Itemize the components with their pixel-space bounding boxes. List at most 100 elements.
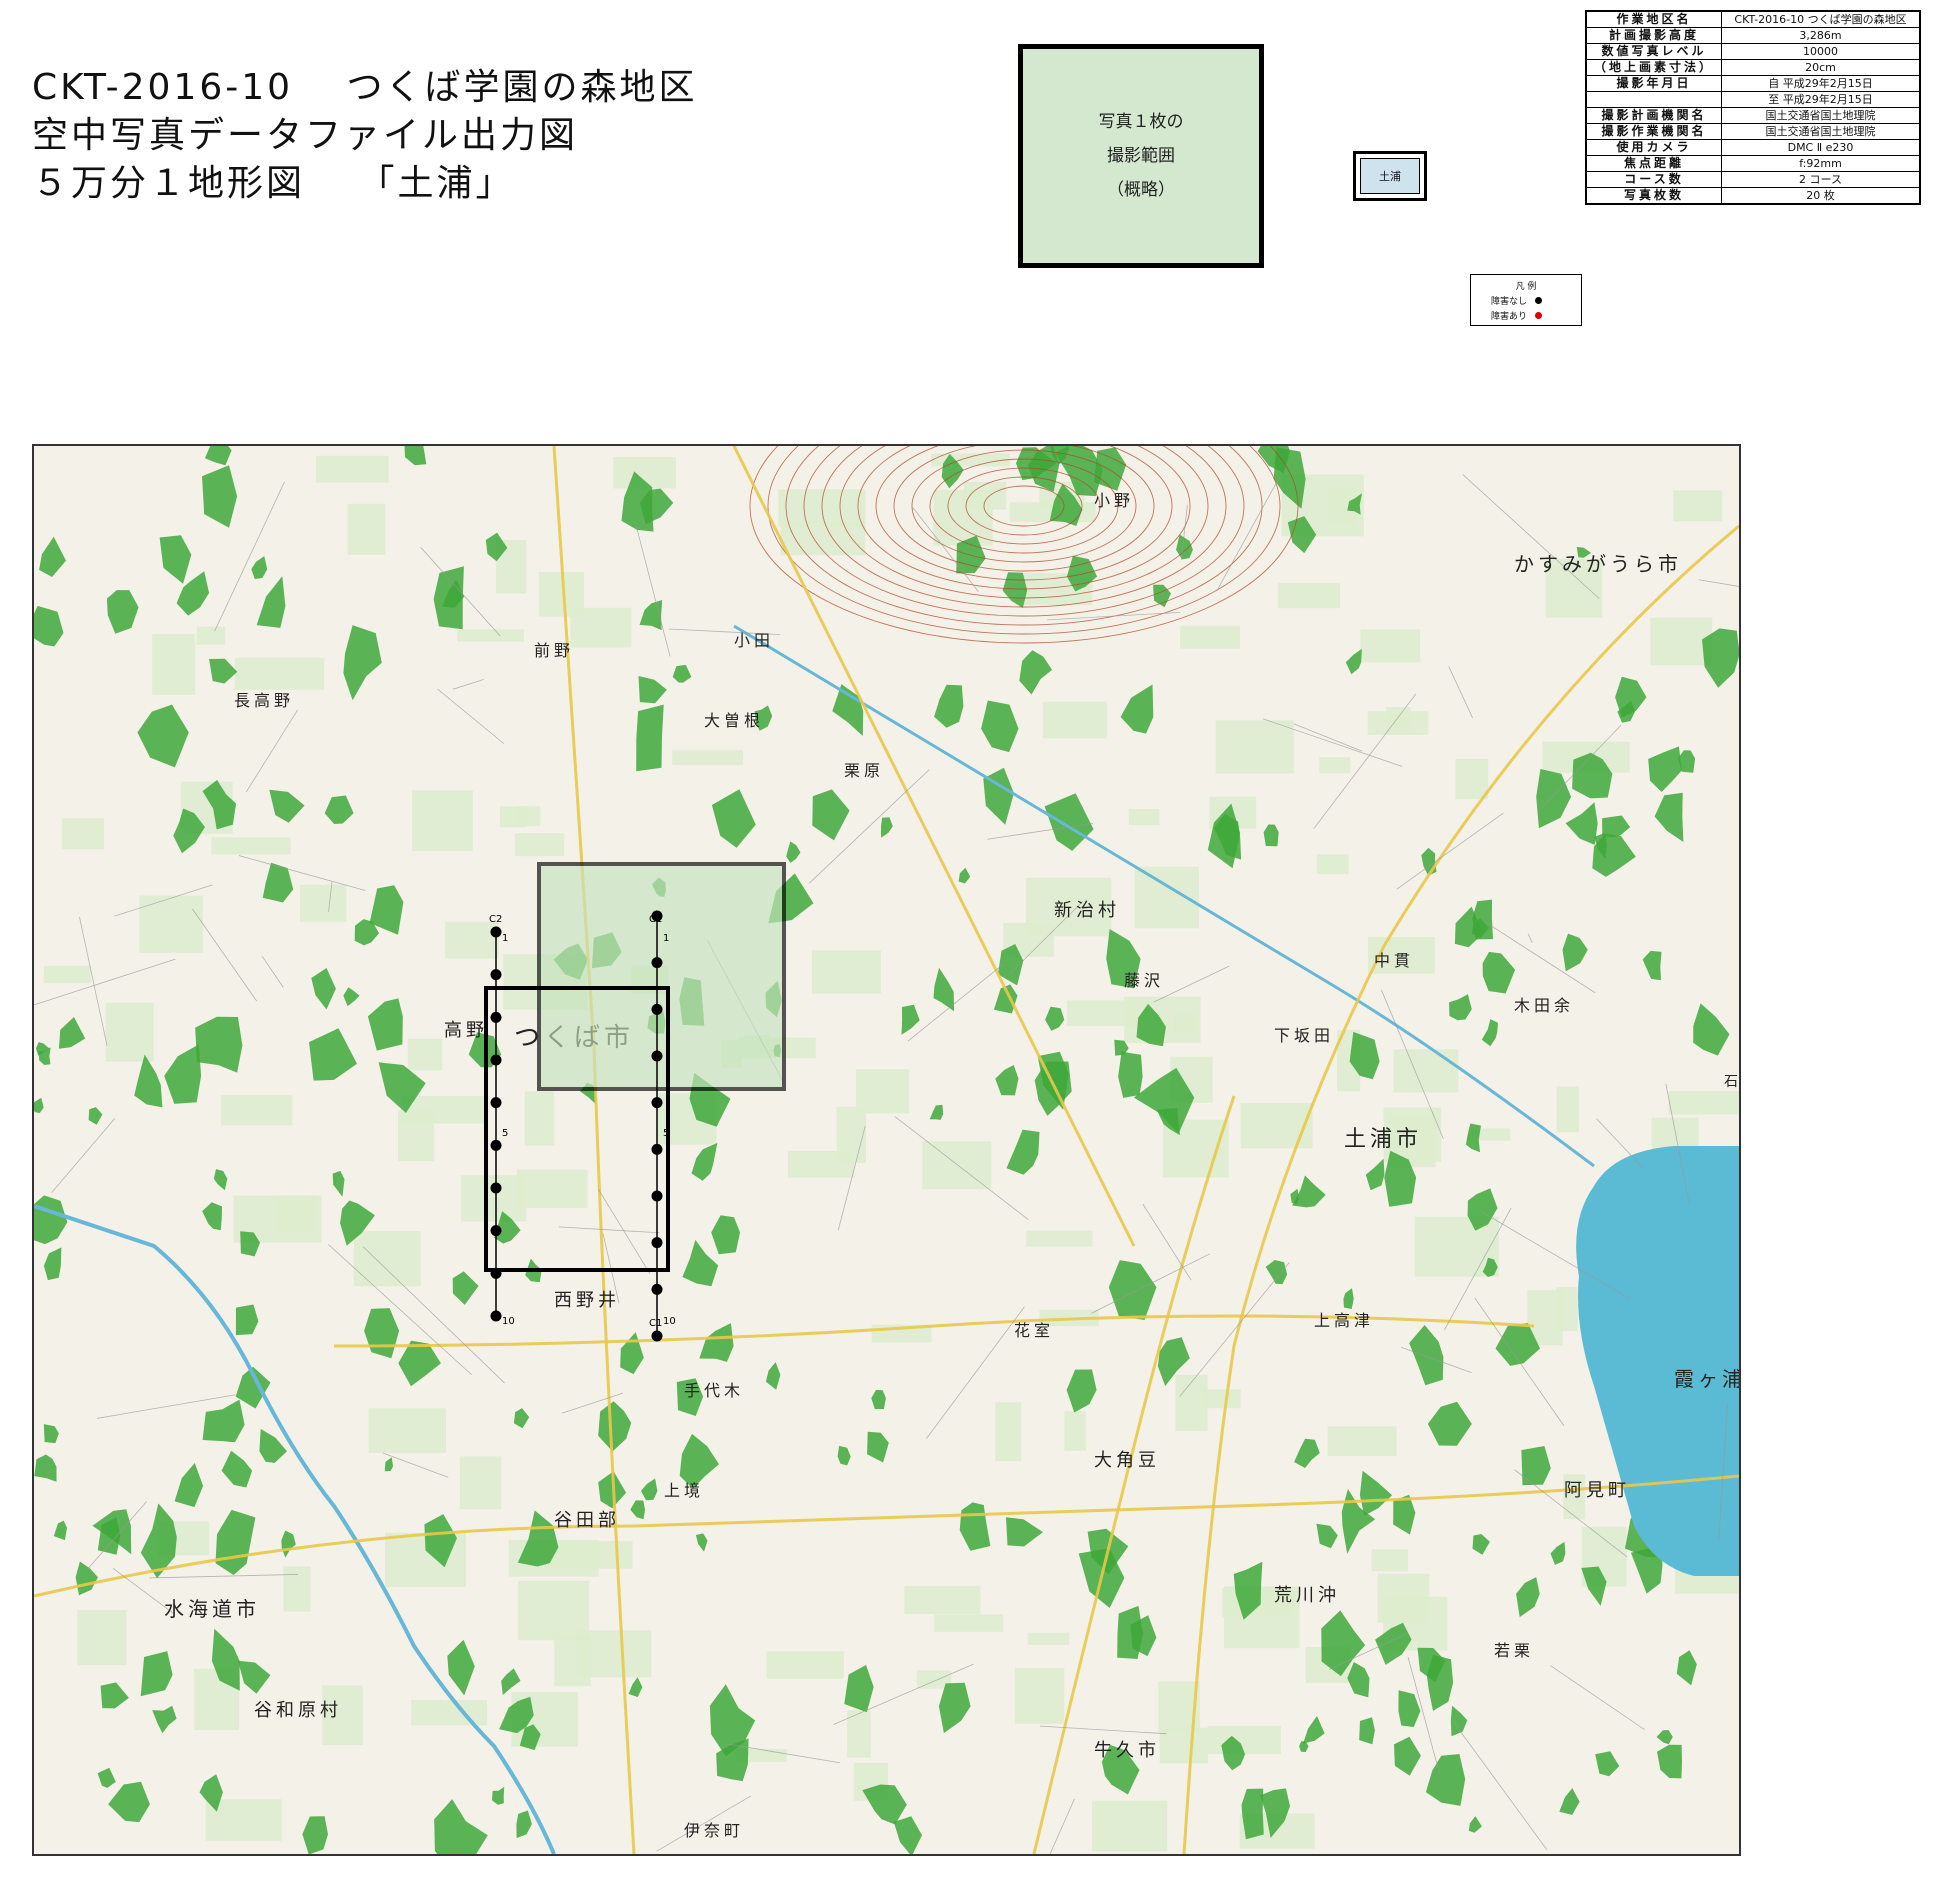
field-patch (368, 1408, 447, 1453)
field-patch (1278, 583, 1341, 609)
course-label: 1 (663, 933, 669, 944)
exposure-point (651, 1143, 663, 1155)
field-patch (1668, 1091, 1739, 1115)
info-value: 3,286m (1721, 27, 1921, 44)
field-patch (1174, 1013, 1196, 1033)
field-patch (1064, 1411, 1086, 1451)
place-label: 小田 (734, 631, 774, 650)
field-patch (1386, 706, 1411, 731)
course-label: 10 (663, 1316, 676, 1327)
place-label: 小野 (1094, 491, 1134, 510)
info-value: 20cm (1721, 59, 1921, 76)
field-patch (445, 921, 499, 959)
sheet-index-box: 土浦 (1353, 151, 1427, 201)
place-label: 手代木 (684, 1381, 744, 1400)
field-patch (576, 1630, 652, 1678)
place-label: 上境 (664, 1481, 704, 1500)
field-patch (855, 1069, 910, 1114)
place-label: 谷田部 (554, 1510, 620, 1531)
legend-item-label: 障害なし (1491, 297, 1528, 307)
info-row: 数値写真レベル 10000 (1585, 43, 1921, 60)
course-label: 1 (502, 933, 508, 944)
field-patch (397, 1110, 435, 1162)
exposure-point (651, 1050, 663, 1062)
info-value: DMC Ⅱ e230 (1721, 139, 1921, 156)
field-patch (77, 1609, 127, 1666)
place-label: 木田余 (1514, 996, 1574, 1015)
info-row: 撮影年月日自 平成29年2月15日 (1585, 75, 1921, 92)
info-value: 自 平成29年2月15日 (1721, 75, 1921, 92)
place-label: 土浦市 (1344, 1127, 1422, 1152)
course-label: C1 (649, 914, 662, 925)
place-label: 大角豆 (1094, 1450, 1160, 1471)
info-label: 作業地区名 (1585, 10, 1722, 28)
exposure-point (651, 1003, 663, 1015)
place-label: 若栗 (1494, 1641, 1534, 1660)
exposure-point (651, 1097, 663, 1109)
course-label: C1 (649, 1318, 662, 1329)
place-label: 荒川沖 (1274, 1585, 1340, 1606)
info-label: （地上画素寸法） (1585, 59, 1722, 76)
course-label: 5 (663, 1128, 669, 1139)
field-patch (1327, 1426, 1397, 1457)
exposure-point (490, 1139, 502, 1151)
exposure-point (651, 1237, 663, 1249)
exposure-point (651, 1190, 663, 1202)
legend-dot-red-icon (1535, 312, 1543, 319)
place-label: 上高津 (1314, 1311, 1374, 1330)
info-label: 使用カメラ (1585, 139, 1722, 156)
info-label: 計画撮影高度 (1585, 27, 1722, 44)
exposure-point (490, 1054, 502, 1066)
map-title-block: CKT-2016-10 つくば学園の森地区 空中写真データファイル出力図 ５万分… (32, 64, 698, 208)
info-row: （地上画素寸法） 20cm (1585, 59, 1921, 76)
info-value: 国土交通省国土地理院 (1721, 107, 1921, 124)
field-patch (412, 790, 473, 852)
place-label: 花室 (1014, 1321, 1054, 1340)
field-patch (1371, 1549, 1409, 1572)
info-label: コース数 (1585, 171, 1722, 188)
exposure-point (490, 1267, 502, 1279)
place-label: 長高野 (234, 691, 294, 710)
forest-patch (1241, 1788, 1264, 1840)
photo-legend-line-3: （概略） (1107, 180, 1175, 200)
info-label: 撮影作業機関名 (1585, 123, 1722, 140)
field-patch (1556, 1086, 1579, 1133)
field-patch (1673, 490, 1723, 522)
field-patch (316, 455, 389, 483)
exposure-point (651, 1283, 663, 1295)
info-label: 焦点距離 (1585, 155, 1722, 172)
field-patch (922, 1141, 992, 1190)
field-patch (1026, 1230, 1093, 1247)
info-row: 焦点距離 f:92mm (1585, 155, 1921, 172)
field-patch (411, 1699, 488, 1726)
field-patch (407, 1038, 443, 1071)
field-patch (1128, 809, 1160, 826)
field-patch (934, 1614, 1004, 1632)
info-value: 2 コース (1721, 171, 1921, 188)
info-value: 10000 (1721, 43, 1921, 60)
field-patch (1240, 1103, 1313, 1149)
field-patch (836, 1106, 867, 1163)
topographic-map[interactable]: かすみがうら市つくば市土浦市霞ヶ浦水海道市谷田部西野井高野大角豆阿見町荒川沖牛久… (32, 444, 1741, 1856)
exposure-point (490, 1182, 502, 1194)
place-label: 谷和原村 (254, 1700, 342, 1721)
place-label: 新治村 (1054, 900, 1120, 921)
field-patch (1319, 757, 1351, 774)
field-patch (221, 1095, 293, 1126)
place-label: 下坂田 (1274, 1026, 1334, 1045)
field-patch (461, 1175, 527, 1222)
map-canvas: かすみがうら市つくば市土浦市霞ヶ浦水海道市谷田部西野井高野大角豆阿見町荒川沖牛久… (34, 446, 1739, 1854)
legend-item: 障害なし (1491, 294, 1581, 307)
photo-legend-line-1: 写真１枚の (1098, 112, 1184, 132)
exposure-point (490, 1225, 502, 1237)
photo-legend-line-2: 撮影範囲 (1107, 146, 1175, 166)
field-patch (1360, 629, 1421, 663)
exposure-point (490, 969, 502, 981)
field-patch (347, 503, 386, 555)
field-patch (139, 895, 203, 953)
place-label: かすみがうら市 (1514, 552, 1682, 576)
field-patch (524, 1091, 555, 1146)
field-patch (211, 837, 291, 855)
photo-coverage-legend: 写真１枚の 撮影範囲 （概略） (1018, 44, 1264, 268)
exposure-point (490, 1011, 502, 1023)
